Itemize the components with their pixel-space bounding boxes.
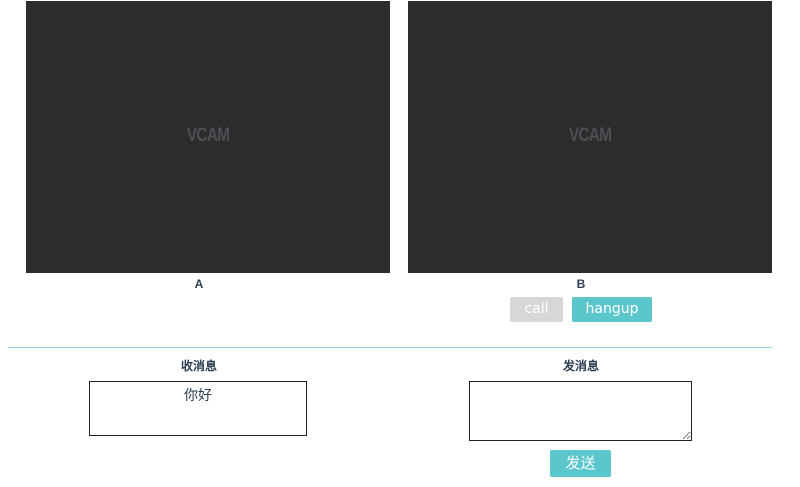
video-label-a: A	[194, 277, 204, 291]
send-message-title: 发消息	[562, 359, 599, 373]
send-button[interactable]: 发送	[550, 450, 611, 477]
section-divider	[8, 347, 772, 348]
vcam-placeholder-logo: VCAM	[568, 125, 612, 146]
call-button[interactable]: call	[510, 297, 563, 322]
video-label-b: B	[576, 277, 586, 291]
receive-messages-title: 收消息	[180, 359, 217, 373]
video-panel-a: VCAM	[26, 1, 390, 273]
vcam-placeholder-logo: VCAM	[186, 125, 230, 146]
video-panel-b: VCAM	[408, 1, 772, 273]
send-message-input[interactable]	[469, 381, 692, 441]
received-messages-box: 你好	[89, 381, 307, 436]
hangup-button[interactable]: hangup	[572, 297, 652, 322]
